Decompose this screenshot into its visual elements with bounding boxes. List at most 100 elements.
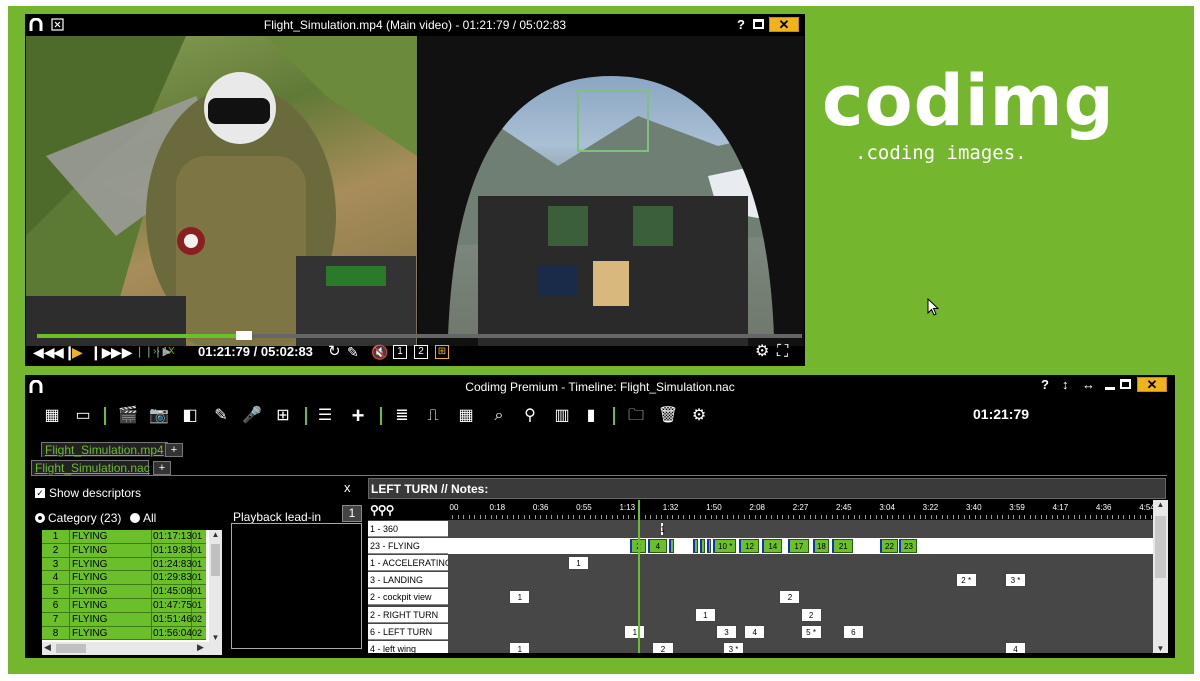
list-view-icon[interactable]: ☰ xyxy=(314,405,336,427)
search-icon[interactable]: ⌕ xyxy=(488,405,510,427)
timeline-row[interactable]: 23 - FLYING2410 *12141718212223 xyxy=(368,538,1153,555)
timeline-row[interactable]: 3 - LANDING 2 * 3 * xyxy=(368,572,1153,589)
clapperboard-icon[interactable]: 🎬 xyxy=(117,405,139,427)
timeline-event[interactable]: 1 xyxy=(659,522,665,536)
timeline-event[interactable]: 17 xyxy=(787,539,809,554)
timeline-row[interactable]: 2 - RIGHT TURN 1 2 xyxy=(368,606,1153,623)
close-button[interactable]: ✕ xyxy=(1137,377,1167,392)
folder-icon[interactable]: 🗀 xyxy=(625,405,647,427)
hscroll-thumb[interactable] xyxy=(56,644,86,653)
time-ruler[interactable]: 00 0:18 0:36 0:55 1:13 1:32 1:50 2:08 2:27 2:45 3:… xyxy=(448,500,1155,520)
timeline-event[interactable]: 1 xyxy=(567,556,589,571)
vertical-resize-icon[interactable]: ↕ xyxy=(1062,377,1069,392)
table-icon[interactable]: ▦ xyxy=(41,405,63,427)
table-row[interactable]: 8 FLYING 01:56:04 02 xyxy=(42,626,222,641)
timeline-event[interactable]: 5 * xyxy=(800,624,822,639)
timeline-event[interactable]: 3 * xyxy=(722,641,745,653)
timeline-event[interactable]: 18 xyxy=(813,539,829,554)
camera-icon[interactable]: 📷 xyxy=(148,405,170,427)
draw-brush-icon[interactable]: ✎ xyxy=(347,344,359,360)
rewind-icon[interactable]: ◀◀ xyxy=(33,344,55,360)
timeline-event[interactable]: 3 xyxy=(715,624,738,639)
timeline-row-label[interactable]: 4 - left wing xyxy=(368,640,448,653)
close-button[interactable]: ✕ xyxy=(769,17,799,32)
seek-thumb[interactable] xyxy=(235,331,252,340)
add-tab-button[interactable]: + xyxy=(165,443,183,457)
timeline-row-label[interactable]: 1 - ACCELERATING xyxy=(368,555,448,572)
scroll-up-icon[interactable]: ▲ xyxy=(209,530,222,539)
microphone-icon[interactable]: 🎤 xyxy=(241,405,263,427)
table-row[interactable]: 4 FLYING 01:29:83 01 xyxy=(42,571,222,586)
timeline-event[interactable]: 23 xyxy=(899,539,917,554)
add-tab-button[interactable]: + xyxy=(153,461,171,475)
timeline-row-label[interactable]: 2 - cockpit view xyxy=(368,589,448,606)
timeline-event[interactable]: 4 xyxy=(647,539,668,554)
video-pane-pilot[interactable] xyxy=(26,36,417,346)
playhead[interactable] xyxy=(638,500,641,653)
view-1-button[interactable]: 1 xyxy=(393,345,407,359)
timeline-event[interactable]: 1 xyxy=(694,607,716,622)
settings-gear-icon[interactable]: ⚙ xyxy=(688,405,710,427)
timeline-row-label[interactable]: 6 - LEFT TURN xyxy=(368,623,448,640)
timeline-event[interactable]: 22 xyxy=(880,539,898,554)
presentation-icon[interactable]: ▭ xyxy=(72,405,94,427)
tiles-icon[interactable]: ▦ xyxy=(455,405,477,427)
timeline-event[interactable]: 12 xyxy=(739,539,759,554)
help-icon[interactable]: ? xyxy=(1041,377,1049,392)
timeline-row-label[interactable]: 2 - RIGHT TURN xyxy=(368,606,448,623)
timeline-event[interactable]: 6 xyxy=(842,624,864,639)
timeline-event[interactable]: 21 xyxy=(832,539,854,554)
table-row[interactable]: 5 FLYING 01:45:08 01 xyxy=(42,585,222,599)
table-row[interactable]: 6 FLYING 01:47:75 01 xyxy=(42,598,222,613)
scroll-right-icon[interactable]: ▶ xyxy=(197,642,204,653)
maximize-icon[interactable] xyxy=(1120,379,1131,389)
split-icon[interactable]: ◧ xyxy=(179,405,201,427)
rows-icon[interactable]: ≣ xyxy=(391,405,413,427)
brush-icon[interactable]: ✎ xyxy=(210,405,232,427)
tab-video-file[interactable]: Flight_Simulation.mp4 xyxy=(41,442,168,457)
lead-in-value[interactable]: 1 xyxy=(342,505,362,522)
timeline-event[interactable]: 4 xyxy=(1004,641,1027,653)
scroll-up-icon[interactable]: ▲ xyxy=(1153,500,1168,509)
timeline-event[interactable]: 4 xyxy=(744,624,766,639)
show-descriptors-checkbox[interactable]: ✓ Show descriptors xyxy=(35,486,141,500)
view-2-button[interactable]: 2 xyxy=(414,345,428,359)
video-pane-cockpit[interactable] xyxy=(418,36,804,346)
table-row[interactable]: 3 FLYING 01:24:83 01 xyxy=(42,557,222,572)
table-vertical-scrollbar[interactable]: ▲ ▼ xyxy=(209,530,222,642)
timeline-event[interactable]: 3 * xyxy=(1004,573,1027,588)
timeline-event[interactable]: 10 * xyxy=(713,539,737,554)
all-radio[interactable]: All xyxy=(130,511,156,525)
table-row[interactable]: 7 FLYING 01:51:46 02 xyxy=(42,612,222,627)
timeline-row[interactable]: 2 - cockpit view 1 2 xyxy=(368,589,1153,606)
step-forward-icon[interactable]: ❙▶ xyxy=(90,344,113,360)
timeline-row-label[interactable]: 23 - FLYING xyxy=(368,538,448,555)
timeline-row[interactable]: 4 - left wing 1 2 3 * 4 xyxy=(368,640,1153,653)
fast-forward-icon[interactable]: ▶▶ xyxy=(111,344,133,360)
help-icon[interactable]: ? xyxy=(737,17,745,32)
table-row[interactable]: 1 FLYING 01:17:13 01 xyxy=(42,530,222,544)
scroll-left-icon[interactable]: ◀ xyxy=(44,642,51,653)
timeline-row[interactable]: 6 - LEFT TURN 1 3 4 5 * 6 xyxy=(368,623,1153,640)
timeline-scrollbar[interactable]: ▲ ▼ xyxy=(1153,500,1168,653)
speed-indicator[interactable]: ›› 1X xyxy=(153,344,175,360)
timeline-event[interactable]: 2 * xyxy=(955,573,977,588)
scroll-thumb[interactable] xyxy=(1155,516,1166,578)
timeline-event[interactable] xyxy=(707,539,711,554)
tab-nac-file[interactable]: Flight_Simulation.nac xyxy=(31,460,150,475)
category-radio[interactable]: Category (23) xyxy=(35,511,121,525)
bar-chart-icon[interactable]: ▮ xyxy=(580,405,602,427)
table-row[interactable]: 2 FLYING 01:19:83 01 xyxy=(42,543,222,558)
timeline-event[interactable]: 2 xyxy=(652,641,674,653)
trash-icon[interactable]: 🗑 xyxy=(657,405,679,427)
mute-icon[interactable]: 🔇 xyxy=(371,344,388,360)
timeline-event[interactable] xyxy=(693,539,698,554)
timeline-event[interactable] xyxy=(668,539,675,554)
film-icon[interactable]: ▥ xyxy=(551,405,573,427)
timeline-event[interactable]: 2 xyxy=(779,590,801,605)
timeline-event[interactable] xyxy=(699,539,705,554)
replay-icon[interactable]: ↻ xyxy=(328,344,341,360)
add-icon[interactable]: + xyxy=(347,405,369,427)
timeline-row-label[interactable]: 3 - LANDING xyxy=(368,572,448,589)
timeline-row[interactable]: 1 - 360 1 xyxy=(368,521,1153,537)
